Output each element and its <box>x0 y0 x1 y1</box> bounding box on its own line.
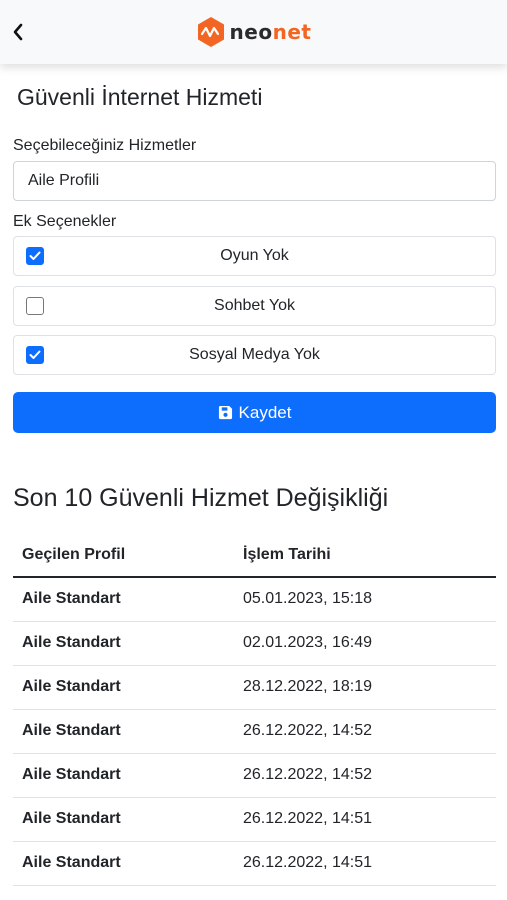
history-title: Son 10 Güvenli Hizmet Değişikliği <box>13 484 389 512</box>
column-header-date: İşlem Tarihi <box>234 533 496 578</box>
profile-cell: Aile Standart <box>13 709 234 754</box>
option-label-no-chat: Sohbet Yok <box>214 297 295 314</box>
table-row: Aile Standart 02.01.2023, 16:49 <box>13 621 496 666</box>
extras-label: Ek Seçenekler <box>13 213 117 230</box>
history-table: Geçilen Profil İşlem Tarihi Aile Standar… <box>13 533 496 886</box>
table-row: Aile Standart 26.12.2022, 14:52 <box>13 753 496 798</box>
page-title: Güvenli İnternet Hizmeti <box>17 84 263 110</box>
date-cell: 26.12.2022, 14:52 <box>234 753 496 798</box>
floppy-disk-icon <box>218 405 232 420</box>
checkbox-no-games[interactable] <box>26 247 44 265</box>
date-cell: 26.12.2022, 14:51 <box>234 797 496 842</box>
table-row: Aile Standart 26.12.2022, 14:51 <box>13 841 496 886</box>
table-header-row: Geçilen Profil İşlem Tarihi <box>13 533 496 578</box>
table-row: Aile Standart 26.12.2022, 14:51 <box>13 797 496 842</box>
services-label: Seçebileceğiniz Hizmetler <box>13 137 197 154</box>
profile-cell: Aile Standart <box>13 797 234 842</box>
option-label-no-games: Oyun Yok <box>220 247 289 264</box>
checkmark-icon <box>29 251 41 260</box>
date-cell: 02.01.2023, 16:49 <box>234 621 496 666</box>
checkbox-no-chat[interactable] <box>26 297 44 315</box>
option-label-no-social-media: Sosyal Medya Yok <box>189 346 320 363</box>
option-row-no-chat[interactable]: Sohbet Yok <box>13 286 496 326</box>
service-select-value: Aile Profili <box>28 172 100 189</box>
table-row: Aile Standart 05.01.2023, 15:18 <box>13 577 496 622</box>
profile-cell: Aile Standart <box>13 841 234 886</box>
back-button[interactable] <box>8 20 28 44</box>
table-row: Aile Standart 28.12.2022, 18:19 <box>13 665 496 710</box>
date-cell: 05.01.2023, 15:18 <box>234 577 496 622</box>
table-row: Aile Standart 26.12.2022, 14:52 <box>13 709 496 754</box>
neonet-logo: neonet <box>196 16 312 48</box>
save-button[interactable]: Kaydet <box>13 392 496 433</box>
column-header-profile: Geçilen Profil <box>13 533 234 578</box>
profile-cell: Aile Standart <box>13 577 234 622</box>
profile-cell: Aile Standart <box>13 753 234 798</box>
date-cell: 28.12.2022, 18:19 <box>234 665 496 710</box>
profile-cell: Aile Standart <box>13 621 234 666</box>
checkmark-icon <box>29 350 41 359</box>
date-cell: 26.12.2022, 14:51 <box>234 841 496 886</box>
save-button-label: Kaydet <box>238 402 292 422</box>
checkbox-no-social-media[interactable] <box>26 346 44 364</box>
option-row-no-games[interactable]: Oyun Yok <box>13 236 496 276</box>
profile-cell: Aile Standart <box>13 665 234 710</box>
date-cell: 26.12.2022, 14:52 <box>234 709 496 754</box>
option-row-no-social-media[interactable]: Sosyal Medya Yok <box>13 335 496 375</box>
logo-text-neo: neo <box>229 20 273 44</box>
logo-text-net: net <box>272 20 312 44</box>
service-select[interactable]: Aile Profili <box>13 161 496 201</box>
top-bar: neonet <box>0 0 507 64</box>
chevron-left-icon <box>13 23 23 41</box>
logo-hexagon-icon <box>197 17 224 47</box>
